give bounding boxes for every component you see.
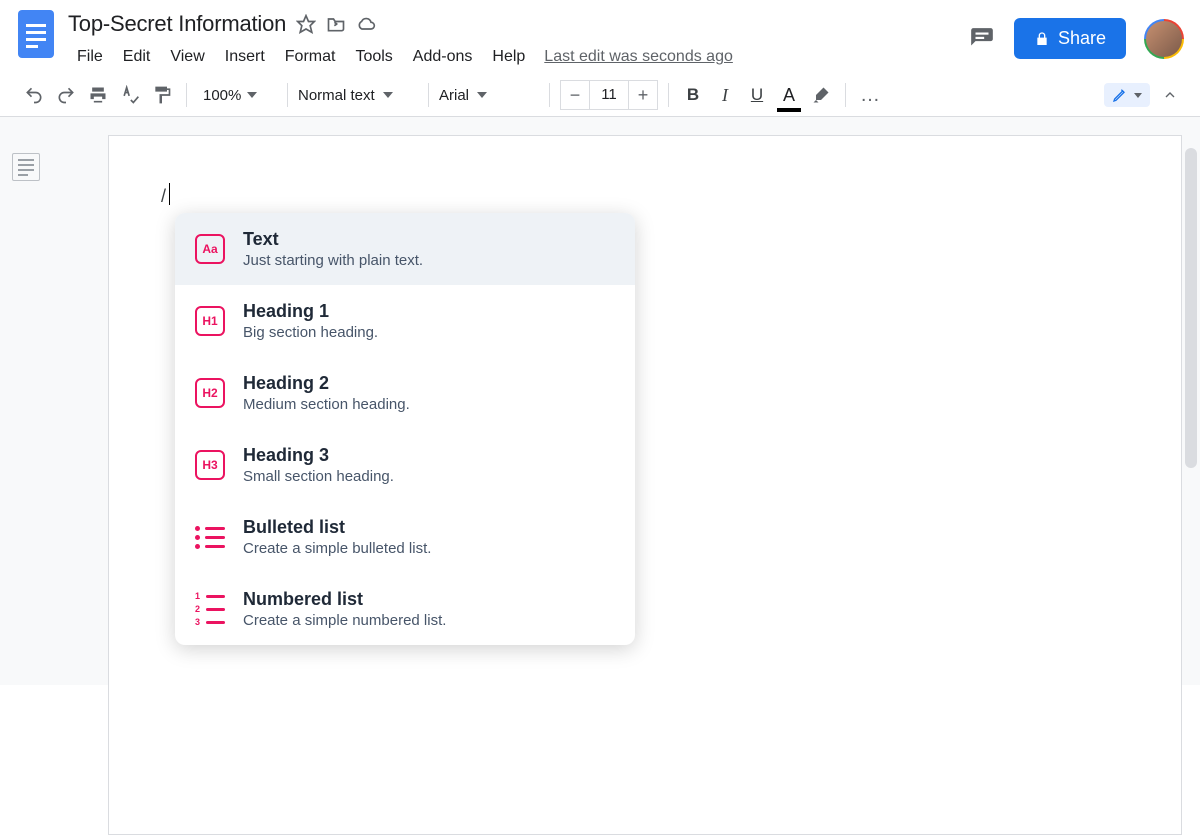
bold-button[interactable]: B (679, 80, 707, 110)
app-header: Top-Secret Information File Edit View In… (0, 0, 1200, 70)
popup-item-desc: Create a simple bulleted list. (243, 540, 431, 557)
text-cursor (169, 183, 170, 205)
font-select[interactable]: Arial (439, 87, 539, 104)
docs-logo-icon[interactable] (16, 8, 56, 60)
popup-item-text[interactable]: Aa Text Just starting with plain text. (175, 213, 635, 285)
share-button[interactable]: Share (1014, 18, 1126, 59)
paint-format-button[interactable] (148, 80, 176, 110)
text-color-button[interactable]: A (775, 80, 803, 110)
separator (287, 83, 288, 107)
menu-bar: File Edit View Insert Format Tools Add-o… (68, 44, 968, 70)
font-size-decrease[interactable]: − (561, 81, 589, 109)
star-icon[interactable] (296, 14, 316, 34)
chevron-down-icon (383, 92, 393, 98)
canvas-area: / Aa Text Just starting with plain text.… (0, 117, 1200, 685)
font-size-control: − 11 + (560, 80, 658, 110)
popup-item-desc: Medium section heading. (243, 396, 410, 413)
text-block-icon: Aa (195, 234, 225, 264)
last-edit-link[interactable]: Last edit was seconds ago (544, 48, 733, 66)
style-value: Normal text (298, 87, 375, 104)
outline-panel (0, 117, 52, 685)
chevron-down-icon (247, 92, 257, 98)
menu-tools[interactable]: Tools (346, 44, 401, 70)
popup-item-desc: Just starting with plain text. (243, 252, 423, 269)
popup-item-title: Bulleted list (243, 517, 431, 538)
popup-item-numbered-list[interactable]: 1 2 3 Numbered list Create a simple numb… (175, 573, 635, 645)
undo-button[interactable] (20, 80, 48, 110)
document-title[interactable]: Top-Secret Information (68, 11, 286, 37)
menu-insert[interactable]: Insert (216, 44, 274, 70)
popup-item-title: Text (243, 229, 423, 250)
share-button-label: Share (1058, 28, 1106, 49)
editing-mode-button[interactable] (1104, 83, 1150, 107)
h2-icon: H2 (195, 378, 225, 408)
popup-item-heading1[interactable]: H1 Heading 1 Big section heading. (175, 285, 635, 357)
zoom-select[interactable]: 100% (197, 87, 277, 104)
popup-item-title: Heading 2 (243, 373, 410, 394)
avatar[interactable] (1144, 19, 1184, 59)
popup-item-title: Numbered list (243, 589, 446, 610)
document-page[interactable]: / Aa Text Just starting with plain text.… (108, 135, 1182, 835)
separator (549, 83, 550, 107)
zoom-value: 100% (203, 87, 241, 104)
popup-item-bulleted-list[interactable]: Bulleted list Create a simple bulleted l… (175, 501, 635, 573)
chevron-down-icon (1134, 93, 1142, 98)
paragraph-style-select[interactable]: Normal text (298, 87, 418, 104)
vertical-scrollbar[interactable] (1185, 148, 1197, 468)
menu-edit[interactable]: Edit (114, 44, 160, 70)
chevron-down-icon (477, 92, 487, 98)
separator (428, 83, 429, 107)
popup-item-heading2[interactable]: H2 Heading 2 Medium section heading. (175, 357, 635, 429)
popup-item-heading3[interactable]: H3 Heading 3 Small section heading. (175, 429, 635, 501)
pencil-icon (1112, 87, 1128, 103)
print-button[interactable] (84, 80, 112, 110)
separator (186, 83, 187, 107)
lock-icon (1034, 31, 1050, 47)
popup-item-desc: Create a simple numbered list. (243, 612, 446, 629)
cloud-saved-icon[interactable] (356, 14, 376, 34)
more-tools-button[interactable]: … (856, 80, 886, 110)
slash-command-text: / (161, 186, 166, 207)
separator (668, 83, 669, 107)
toolbar: 100% Normal text Arial − 11 + B I U A … (0, 70, 1200, 117)
title-area: Top-Secret Information File Edit View In… (68, 8, 968, 70)
bulleted-list-icon (195, 522, 225, 552)
comments-icon[interactable] (968, 25, 996, 53)
menu-format[interactable]: Format (276, 44, 345, 70)
font-size-increase[interactable]: + (629, 81, 657, 109)
menu-help[interactable]: Help (483, 44, 534, 70)
redo-button[interactable] (52, 80, 80, 110)
menu-addons[interactable]: Add-ons (404, 44, 482, 70)
popup-item-title: Heading 3 (243, 445, 394, 466)
menu-file[interactable]: File (68, 44, 112, 70)
popup-item-desc: Small section heading. (243, 468, 394, 485)
highlight-button[interactable] (807, 80, 835, 110)
collapse-toolbar-button[interactable] (1156, 80, 1184, 110)
numbered-list-icon: 1 2 3 (195, 594, 225, 624)
font-value: Arial (439, 87, 469, 104)
h3-icon: H3 (195, 450, 225, 480)
move-folder-icon[interactable] (326, 14, 346, 34)
separator (845, 83, 846, 107)
popup-item-title: Heading 1 (243, 301, 378, 322)
outline-toggle-icon[interactable] (12, 153, 40, 181)
font-size-value[interactable]: 11 (589, 81, 629, 109)
menu-view[interactable]: View (161, 44, 213, 70)
underline-button[interactable]: U (743, 80, 771, 110)
popup-item-desc: Big section heading. (243, 324, 378, 341)
header-right: Share (968, 8, 1184, 59)
spellcheck-button[interactable] (116, 80, 144, 110)
slash-menu-popup: Aa Text Just starting with plain text. H… (175, 213, 635, 645)
italic-button[interactable]: I (711, 80, 739, 110)
h1-icon: H1 (195, 306, 225, 336)
